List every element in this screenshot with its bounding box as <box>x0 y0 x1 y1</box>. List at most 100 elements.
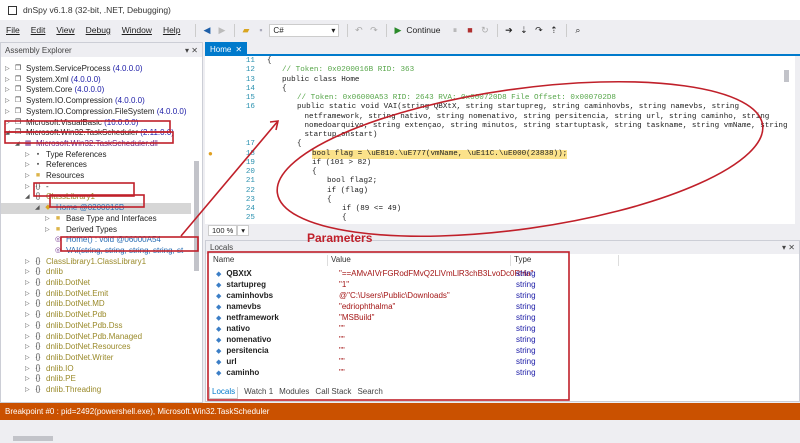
tree-item[interactable]: ▷ ▪ References <box>1 160 191 171</box>
locals-row[interactable]: persitencia""string <box>206 345 786 356</box>
expander-icon[interactable]: ▷ <box>5 85 13 96</box>
expander-icon[interactable]: ▷ <box>25 289 33 300</box>
expander-icon[interactable]: ▷ <box>25 299 33 310</box>
tab-search[interactable]: Search <box>357 387 382 399</box>
menu-view[interactable]: View <box>56 25 74 35</box>
menu-file[interactable]: File <box>6 25 20 35</box>
menu-edit[interactable]: Edit <box>31 25 46 35</box>
tree-item[interactable]: ▷{} ClassLibrary1.ClassLibrary1 <box>1 257 191 268</box>
expander-icon[interactable]: ▷ <box>5 64 13 75</box>
tab-watch1[interactable]: Watch 1 <box>244 387 273 399</box>
tree-item[interactable]: ▷ ❐ System.IO.Compression.FileSystem (4.0.… <box>1 107 191 118</box>
continue-button[interactable]: Continue <box>406 25 440 35</box>
tree-item[interactable]: ▷ ❐ Microsoft.VisualBasic (10.0.0.0) <box>1 118 191 129</box>
tab-home[interactable]: Home ✕ <box>205 42 248 56</box>
expander-icon[interactable]: ◢ <box>35 203 43 214</box>
expander-icon[interactable]: ▷ <box>25 171 33 182</box>
redo-icon[interactable]: ↷ <box>367 24 380 37</box>
tree-item[interactable]: ▷ ■ Base Type and Interfaces <box>1 214 191 225</box>
restart-icon[interactable]: ↻ <box>478 24 491 37</box>
tree-item[interactable]: ◢{} ClassLibrary1 <box>1 192 191 203</box>
chevron-down-icon[interactable]: ▾ <box>237 225 250 236</box>
tab-locals[interactable]: Locals <box>209 387 239 399</box>
locals-row[interactable]: startupreg"1"string <box>206 279 786 290</box>
undo-icon[interactable]: ↶ <box>352 24 365 37</box>
expander-icon[interactable]: ▷ <box>25 353 33 364</box>
locals-row[interactable]: caminhovbs@"C:\Users\Public\Downloads"st… <box>206 290 786 301</box>
pause-icon[interactable]: ⏸ <box>448 24 461 37</box>
step-out-icon[interactable]: ⇡ <box>547 24 560 37</box>
show-next-statement-icon[interactable]: ➔ <box>502 24 515 37</box>
tree-item[interactable]: ◢ ◆ Home @0200016B <box>1 203 191 214</box>
back-icon[interactable]: ◀ <box>200 24 213 37</box>
expander-icon[interactable]: ▷ <box>45 225 53 236</box>
locals-row[interactable]: nativo""string <box>206 323 786 334</box>
locals-row[interactable]: QBXtX"==AMvAIVrFGRodFMvQ2LlVmLlR3chB3Lvo… <box>206 268 786 279</box>
expander-icon[interactable]: ◢ <box>5 128 13 139</box>
forward-icon[interactable]: ▶ <box>215 24 228 37</box>
tree-item[interactable]: ▷{} dnlib.Threading <box>1 385 191 396</box>
tree-item[interactable]: ▷{} dnlib.DotNet.Pdb.Dss <box>1 321 191 332</box>
expander-icon[interactable]: ▷ <box>25 321 33 332</box>
tree-item[interactable]: ▷{} dnlib.PE <box>1 374 191 385</box>
tree-item[interactable]: ▷ ■ Resources <box>1 171 191 182</box>
close-icon[interactable]: ▾ ✕ <box>782 243 795 252</box>
tree-item[interactable]: ▷{} dnlib.IO <box>1 364 191 375</box>
menu-debug[interactable]: Debug <box>86 25 111 35</box>
tree-item[interactable]: ▷{} dnlib.DotNet.Resources <box>1 342 191 353</box>
menu-window[interactable]: Window <box>122 25 152 35</box>
close-icon[interactable]: ✕ <box>235 45 242 54</box>
locals-row[interactable]: namevbs"edriophthalma"string <box>206 301 786 312</box>
column-value[interactable]: Value <box>328 255 511 266</box>
tree-item[interactable]: ◎ VAI(string, string, string, string, st <box>1 246 191 257</box>
expander-icon[interactable]: ◢ <box>15 139 23 150</box>
expander-icon[interactable]: ▷ <box>5 118 13 129</box>
tree-item[interactable]: ▷{} dnlib.DotNet.Writer <box>1 353 191 364</box>
tree-item[interactable]: ▷ ■ Derived Types <box>1 225 191 236</box>
tree-item[interactable]: ▷ ❐ System.IO.Compression (4.0.0.0) <box>1 96 191 107</box>
step-over-icon[interactable]: ↷ <box>532 24 545 37</box>
close-icon[interactable]: ▾ ✕ <box>185 46 198 55</box>
code-editor[interactable]: 11 {12 // Token: 0x0200016B RID: 363 13 publ… <box>205 56 795 224</box>
menu-help[interactable]: Help <box>163 25 180 35</box>
expander-icon[interactable]: ◢ <box>25 192 33 203</box>
expander-icon[interactable]: ▷ <box>25 150 33 161</box>
expander-icon[interactable]: ▷ <box>25 267 33 278</box>
tree-item[interactable]: ▷{} dnlib.DotNet.Pdb <box>1 310 191 321</box>
editor-scrollbar[interactable] <box>783 60 791 220</box>
save-icon[interactable]: ▪ <box>254 24 267 37</box>
expander-icon[interactable]: ▷ <box>45 214 53 225</box>
tree-item[interactable]: ▷{} - <box>1 182 191 193</box>
locals-row[interactable]: caminho "" string <box>206 367 786 378</box>
expander-icon[interactable]: ▷ <box>5 75 13 86</box>
expander-icon[interactable]: ▷ <box>5 107 13 118</box>
tree-item[interactable]: ◢ ▦ Microsoft.Win32.TaskScheduler.dll <box>1 139 191 150</box>
expander-icon[interactable]: ▷ <box>25 278 33 289</box>
vertical-scrollbar[interactable] <box>192 101 201 431</box>
column-name[interactable]: Name <box>210 255 328 266</box>
expander-icon[interactable]: ▷ <box>25 182 33 193</box>
expander-icon[interactable]: ▷ <box>25 385 33 396</box>
expander-icon[interactable]: ▷ <box>25 257 33 268</box>
expander-icon[interactable]: ▷ <box>25 332 33 343</box>
tree-item[interactable]: ▷{} dnlib.DotNet.Pdb.Managed <box>1 332 191 343</box>
tree-item[interactable]: ▷{} dnlib.DotNet.Emit <box>1 289 191 300</box>
tree-item[interactable]: ▷ ❐ System.Xml (4.0.0.0) <box>1 75 191 86</box>
tree-item[interactable]: ▷{} dnlib.DotNet <box>1 278 191 289</box>
tree-item[interactable]: ▷ ▪ Type References <box>1 150 191 161</box>
language-select[interactable]: C# ▾ <box>269 23 340 37</box>
column-type[interactable]: Type <box>511 255 619 266</box>
open-icon[interactable]: ▰ <box>239 24 252 37</box>
stop-icon[interactable]: ■ <box>463 24 476 37</box>
expander-icon[interactable]: ▷ <box>25 364 33 375</box>
breakpoint-icon[interactable]: ● <box>208 150 213 160</box>
tree-item[interactable]: ▷{} dnlib.DotNet.MD <box>1 299 191 310</box>
tab-call-stack[interactable]: Call Stack <box>315 387 351 399</box>
step-into-icon[interactable]: ⇣ <box>517 24 530 37</box>
continue-icon[interactable]: ▶ <box>391 24 404 37</box>
tree-item[interactable]: ▷ ❐ System.ServiceProcess (4.0.0.0) <box>1 64 191 75</box>
expander-icon[interactable]: ▷ <box>25 160 33 171</box>
expander-icon[interactable]: ▷ <box>25 342 33 353</box>
tab-modules[interactable]: Modules <box>279 387 309 399</box>
locals-row[interactable]: netframework"MSBuild"string <box>206 312 786 323</box>
